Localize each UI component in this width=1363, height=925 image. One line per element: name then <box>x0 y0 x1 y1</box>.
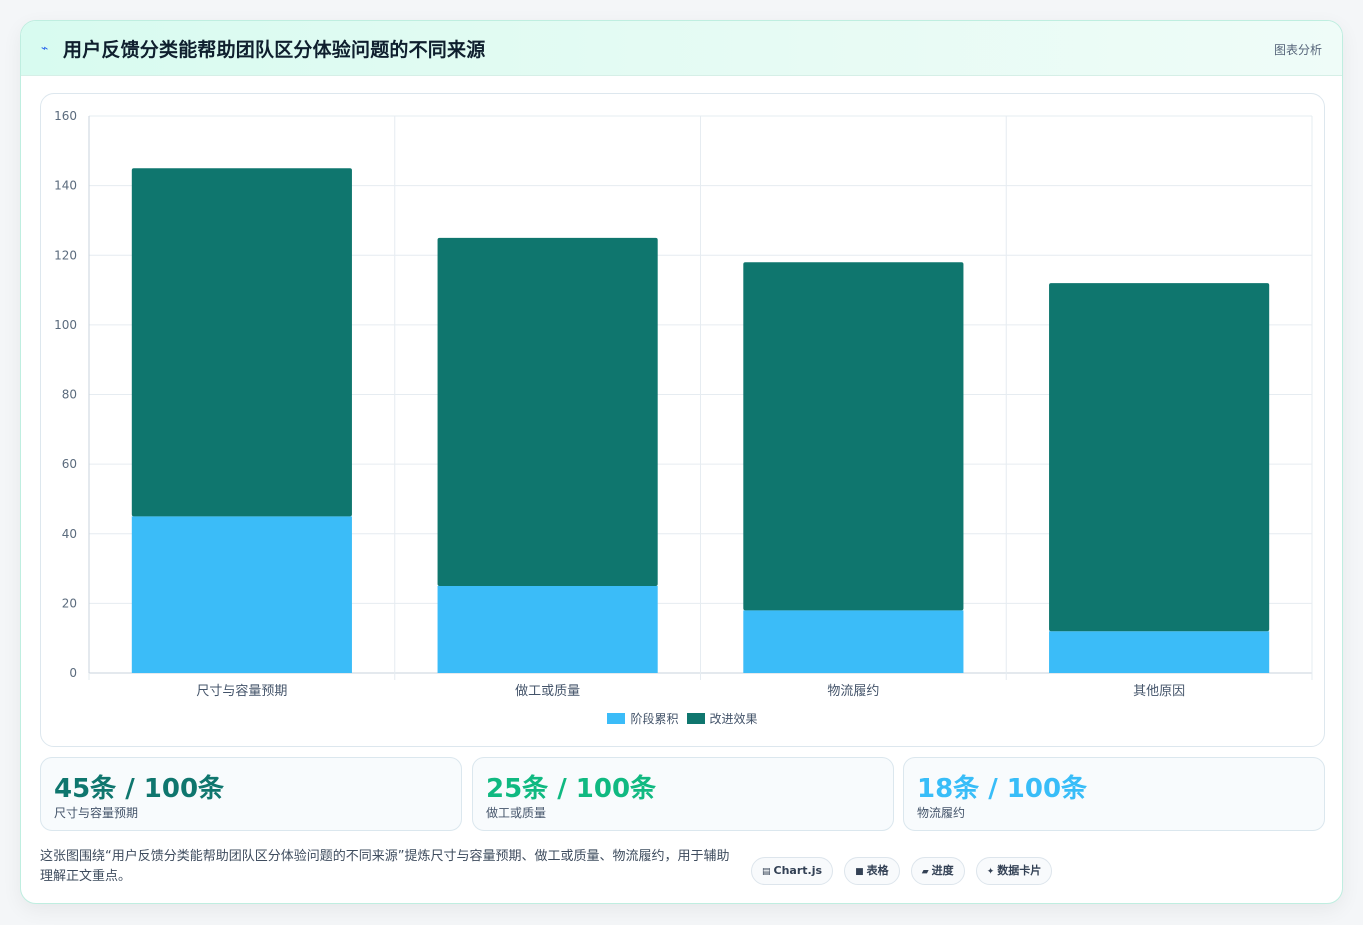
y-tick-label: 60 <box>62 457 77 471</box>
chart-analysis-tag[interactable]: 图表分析 <box>1274 41 1322 58</box>
chip-label: 进度 <box>931 864 954 877</box>
x-tick-label: 做工或质量 <box>515 684 580 699</box>
bar-segment <box>437 237 658 586</box>
chart-description: 这张图围绕“用户反馈分类能帮助团队区分体验问题的不同来源”提炼尺寸与容量预期、做… <box>40 849 730 884</box>
bar-segment <box>1049 283 1270 632</box>
stat-card-quality: 25条 / 100条 做工或质量 <box>472 757 894 831</box>
chip-progress[interactable]: ▰ 进度 <box>910 857 965 885</box>
page-title: 用户反馈分类能帮助团队区分体验问题的不同来源 <box>63 39 486 61</box>
bar-segment <box>131 168 352 517</box>
stat-card-logistics: 18条 / 100条 物流履约 <box>903 757 1325 831</box>
bar-segment <box>743 610 964 673</box>
stat-value: 18条 / 100条 <box>917 774 1088 804</box>
y-tick-label: 120 <box>54 248 77 262</box>
chart-card: ⌁ 用户反馈分类能帮助团队区分体验问题的不同来源 图表分析 0 20 40 60 80 1… <box>20 20 1343 904</box>
stat-label: 物流履约 <box>917 806 966 820</box>
x-tick-label: 物流履约 <box>827 684 879 699</box>
y-tick-label: 20 <box>62 596 77 610</box>
card-header: ⌁ 用户反馈分类能帮助团队区分体验问题的不同来源 图表分析 <box>21 21 1342 76</box>
stacked-bar-chart: 0 20 40 60 80 100 120 140 160 尺寸与容量预期 做工或质量 物流履约 其他原… <box>54 109 1313 699</box>
chip-label: 数据卡片 <box>997 864 1042 877</box>
stat-label: 做工或质量 <box>486 806 547 820</box>
legend-swatch <box>607 713 626 724</box>
chart-icon: ▤ <box>762 867 771 877</box>
stat-value: 45条 / 100条 <box>54 774 225 804</box>
chip-data-card[interactable]: ✦ 数据卡片 <box>975 857 1053 885</box>
x-tick-label: 其他原因 <box>1133 684 1185 699</box>
y-tick-label: 100 <box>54 318 77 332</box>
stat-cards: 45条 / 100条 尺寸与容量预期 25条 / 100条 做工或质量 18条 … <box>40 757 1325 831</box>
chip-table[interactable]: ■ 表格 <box>844 857 900 885</box>
progress-icon: ▰ <box>921 867 929 877</box>
bar-segment <box>743 262 964 611</box>
legend-item[interactable]: 阶段累积 <box>607 710 679 727</box>
legend-label: 改进效果 <box>709 712 758 726</box>
table-icon: ■ <box>855 867 864 877</box>
legend-label: 阶段累积 <box>630 712 679 726</box>
y-tick-label: 140 <box>54 179 77 193</box>
stat-label: 尺寸与容量预期 <box>54 806 139 820</box>
chip-label: 表格 <box>866 864 889 877</box>
sparkle-icon: ✦ <box>986 867 995 877</box>
legend-item[interactable]: 改进效果 <box>686 710 758 727</box>
bar-segment <box>437 585 658 673</box>
chart-panel: 0 20 40 60 80 100 120 140 160 尺寸与容量预期 做工或质量 物流履约 其他原… <box>40 93 1325 747</box>
y-tick-label: 40 <box>62 527 77 541</box>
bar-segment <box>131 516 352 673</box>
x-tick-label: 尺寸与容量预期 <box>196 683 287 699</box>
stat-value: 25条 / 100条 <box>486 774 657 804</box>
y-tick-label: 0 <box>69 666 77 680</box>
bar-segment <box>1049 631 1270 673</box>
sparkline-icon: ⌁ <box>41 41 49 55</box>
y-tick-label: 160 <box>54 109 77 123</box>
y-tick-label: 80 <box>62 388 77 402</box>
chart-legend: 阶段累积 改进效果 <box>41 710 1324 727</box>
tech-chips: ▤ Chart.js ■ 表格 ▰ 进度 ✦ 数据卡片 <box>751 857 1058 885</box>
stat-card-size: 45条 / 100条 尺寸与容量预期 <box>40 757 462 831</box>
legend-swatch <box>686 713 705 724</box>
chip-label: Chart.js <box>773 864 823 877</box>
chip-chartjs[interactable]: ▤ Chart.js <box>751 857 834 885</box>
